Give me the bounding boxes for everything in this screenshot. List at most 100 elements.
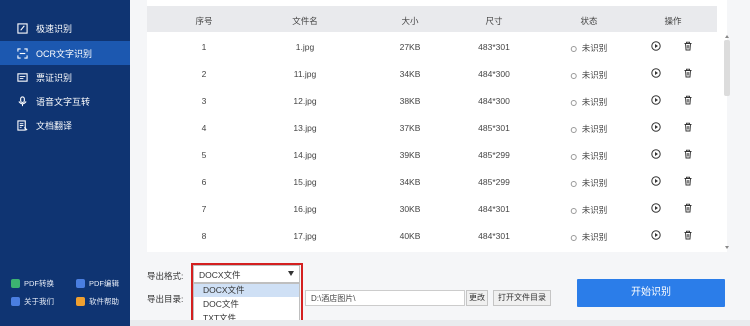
cell-dimension: 485*299 xyxy=(478,177,510,187)
export-format-dropdown: DOCX文件 DOC文件 TXT文件 xyxy=(193,283,300,325)
cell-status: 未识别 xyxy=(570,204,607,216)
play-icon[interactable] xyxy=(651,41,661,51)
cell-filename: 17.jpg xyxy=(293,231,317,241)
cell-status: 未识别 xyxy=(570,96,608,108)
header-size: 大小 xyxy=(401,16,419,26)
sidebar-item-label: 语音文字互转 xyxy=(36,96,91,107)
trash-icon[interactable] xyxy=(683,176,693,186)
help-link[interactable]: 软件帮助 xyxy=(76,296,119,307)
sidebar-item-voice[interactable]: 语音文字互转 xyxy=(0,89,130,113)
change-dir-button[interactable]: 更改 xyxy=(466,290,488,306)
play-icon[interactable] xyxy=(651,68,661,78)
table-row[interactable]: 7 16.jpg 30KB 484*301 未识别 xyxy=(147,195,717,222)
cell-size: 40KB xyxy=(399,231,421,241)
play-icon[interactable] xyxy=(651,203,661,213)
cell-index: 5 xyxy=(201,150,207,160)
sidebar-item-ocr[interactable]: OCR文字识别 xyxy=(0,41,130,65)
file-table-panel: 序号 文件名 大小 尺寸 状态 操作 1 1.jpg 27KB 483*301 未识别 2… xyxy=(147,0,730,252)
table-row[interactable]: 5 14.jpg 39KB 485*299 未识别 xyxy=(147,141,717,168)
sidebar-item-ticket[interactable]: 票证识别 xyxy=(0,65,130,89)
sidebar-item-label: 极速识别 xyxy=(36,23,73,34)
scrollbar-thumb[interactable] xyxy=(724,40,730,96)
cell-filename: 1.jpg xyxy=(295,42,315,52)
export-format-select[interactable]: DOCX文件 xyxy=(193,265,300,283)
status-circle-icon xyxy=(570,181,577,187)
scan-icon xyxy=(16,47,28,59)
table-row[interactable]: 3 12.jpg 38KB 484*300 未识别 xyxy=(147,87,717,114)
table-row[interactable]: 8 17.jpg 40KB 484*301 未识别 xyxy=(147,222,717,249)
cell-size: 34KB xyxy=(399,177,421,187)
play-icon[interactable] xyxy=(651,122,661,132)
cell-size: 30KB xyxy=(399,204,421,214)
table-row[interactable]: 6 15.jpg 34KB 485*299 未识别 xyxy=(147,168,717,195)
cell-dimension: 485*299 xyxy=(478,150,510,160)
status-text: 未识别 xyxy=(581,178,608,188)
cell-size: 39KB xyxy=(399,150,421,160)
header-status: 状态 xyxy=(580,16,598,26)
cell-filename: 15.jpg xyxy=(293,177,317,187)
pdf-convert-label: PDF转换 xyxy=(24,279,54,288)
header-index: 序号 xyxy=(195,16,213,26)
table-row[interactable]: 2 11.jpg 34KB 484*300 未识别 xyxy=(147,60,717,87)
trash-icon[interactable] xyxy=(683,68,693,78)
cell-status: 未识别 xyxy=(570,123,608,135)
about-us-link[interactable]: 关于我们 xyxy=(11,296,54,307)
cell-index: 3 xyxy=(201,96,207,106)
cell-index: 6 xyxy=(201,177,207,187)
play-icon[interactable] xyxy=(651,95,661,105)
cell-status: 未识别 xyxy=(570,177,608,189)
trash-icon[interactable] xyxy=(683,149,693,159)
status-circle-icon xyxy=(570,235,577,241)
trash-icon[interactable] xyxy=(683,41,693,51)
format-option-docx[interactable]: DOCX文件 xyxy=(194,284,299,297)
sidebar-item-label: 文档翻译 xyxy=(36,120,73,131)
open-dir-button[interactable]: 打开文件目录 xyxy=(493,290,551,306)
status-circle-icon xyxy=(570,154,577,160)
export-format-label: 导出格式: xyxy=(147,271,184,281)
table-scrollbar[interactable] xyxy=(723,34,731,250)
pdf-convert-link[interactable]: PDF转换 xyxy=(11,278,54,289)
header-actions: 操作 xyxy=(664,16,682,26)
cell-size: 27KB xyxy=(399,42,421,52)
trash-icon[interactable] xyxy=(683,230,693,240)
trash-icon[interactable] xyxy=(683,95,693,105)
status-text: 未识别 xyxy=(581,151,608,161)
sidebar-item-quick-recognition[interactable]: 极速识别 xyxy=(0,16,130,40)
status-text: 未识别 xyxy=(581,97,608,107)
play-icon[interactable] xyxy=(651,149,661,159)
format-option-doc[interactable]: DOC文件 xyxy=(194,298,299,311)
status-text: 未识别 xyxy=(581,124,608,134)
translate-icon xyxy=(16,119,28,131)
cell-dimension: 484*300 xyxy=(478,96,510,106)
cell-dimension: 484*300 xyxy=(478,69,510,79)
header-filename: 文件名 xyxy=(292,16,318,26)
pdf-edit-link[interactable]: PDF编辑 xyxy=(76,278,119,289)
cell-status: 未识别 xyxy=(570,42,607,54)
cell-dimension: 483*301 xyxy=(478,42,510,52)
export-dir-input[interactable]: D:\酒店图片\ xyxy=(305,290,465,306)
table-row[interactable]: 4 13.jpg 37KB 485*301 未识别 xyxy=(147,114,717,141)
export-dir-label: 导出目录: xyxy=(147,294,184,304)
sidebar: 极速识别 OCR文字识别 票证识别 语音文字互转 文档翻译 PDF转换 PDF编… xyxy=(0,0,130,326)
ticket-icon xyxy=(16,71,28,83)
trash-icon[interactable] xyxy=(683,122,693,132)
cell-index: 2 xyxy=(201,69,207,79)
play-icon[interactable] xyxy=(651,230,661,240)
cell-size: 37KB xyxy=(399,123,421,133)
sidebar-item-translate[interactable]: 文档翻译 xyxy=(0,113,130,137)
cell-index: 1 xyxy=(201,42,207,52)
cell-filename: 12.jpg xyxy=(293,96,317,106)
info-icon xyxy=(11,297,20,306)
edit-icon xyxy=(16,22,28,34)
status-text: 未识别 xyxy=(581,70,608,80)
table-row[interactable]: 1 1.jpg 27KB 483*301 未识别 xyxy=(147,33,717,60)
trash-icon[interactable] xyxy=(683,203,693,213)
help-icon xyxy=(76,297,85,306)
cell-status: 未识别 xyxy=(570,231,608,243)
cell-size: 34KB xyxy=(399,69,421,79)
status-text: 未识别 xyxy=(581,232,608,242)
start-recognition-button[interactable]: 开始识别 xyxy=(577,279,725,307)
help-label: 软件帮助 xyxy=(89,297,119,306)
play-icon[interactable] xyxy=(651,176,661,186)
table-header: 序号 文件名 大小 尺寸 状态 操作 xyxy=(147,6,717,32)
